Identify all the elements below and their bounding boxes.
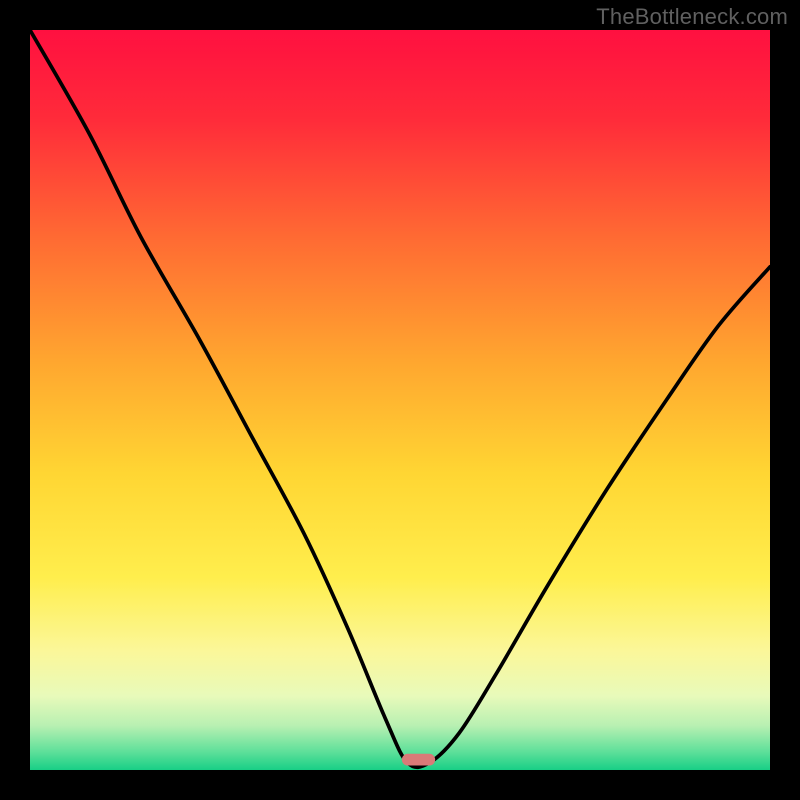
watermark-label: TheBottleneck.com (596, 4, 788, 30)
bottleneck-chart (30, 30, 770, 770)
chart-frame: TheBottleneck.com (0, 0, 800, 800)
optimal-marker (402, 754, 435, 766)
gradient-background (30, 30, 770, 770)
plot-area (30, 30, 770, 770)
